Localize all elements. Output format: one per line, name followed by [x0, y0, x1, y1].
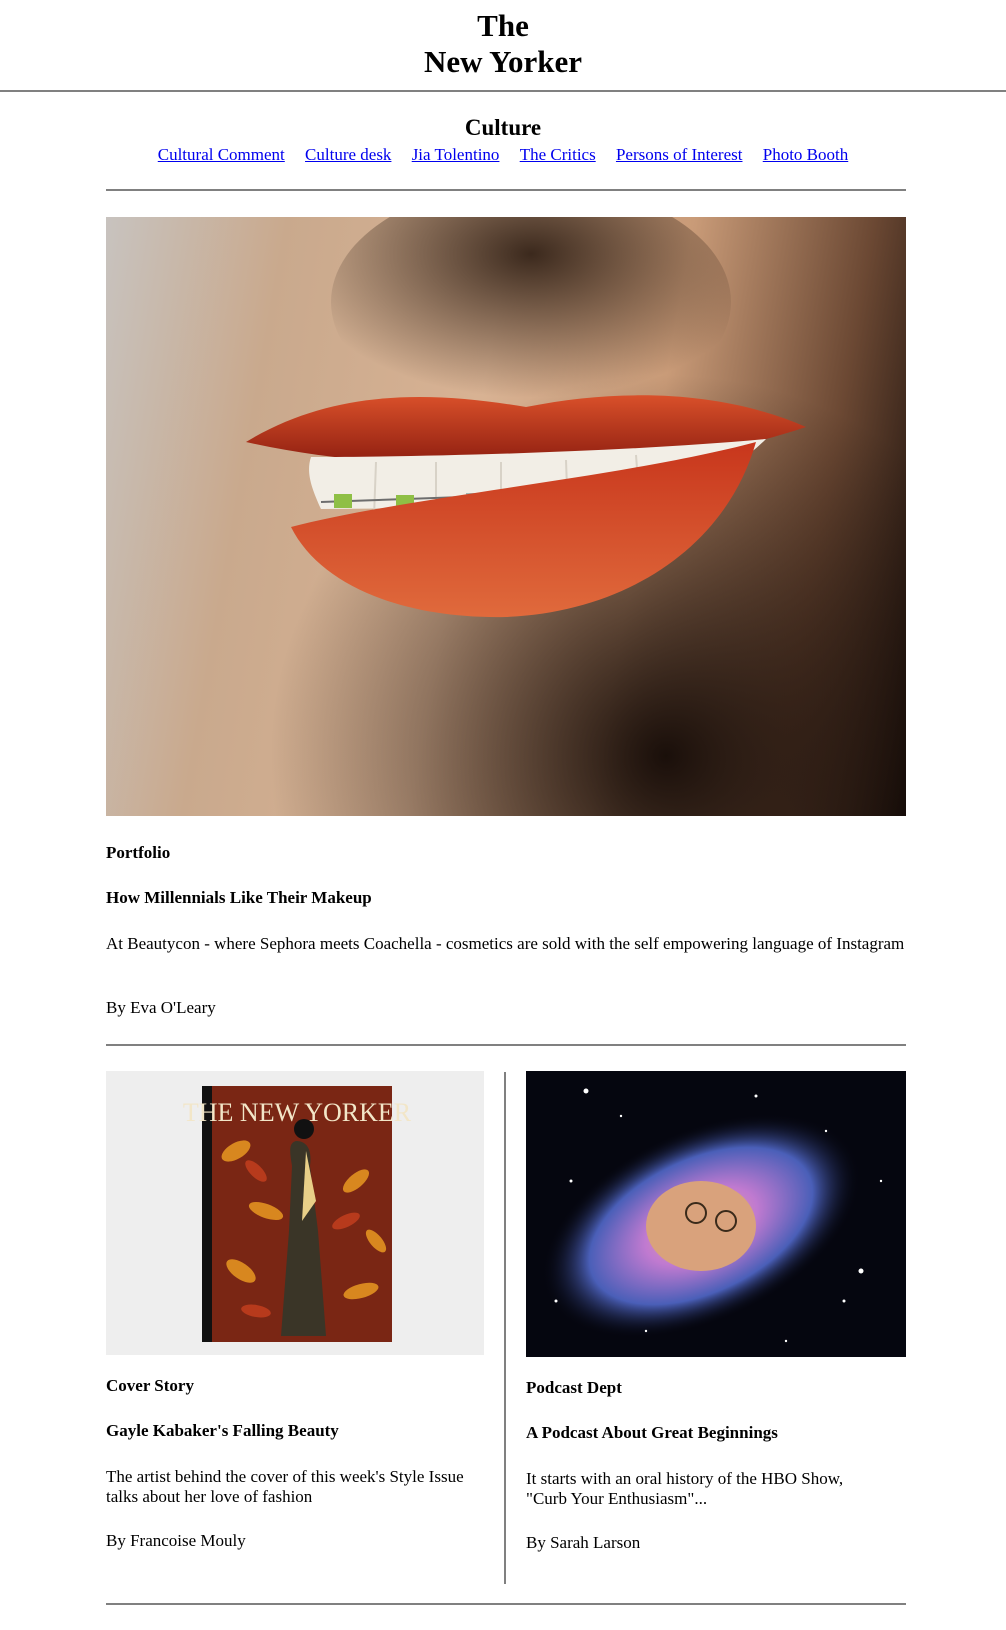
hero-image[interactable] [106, 217, 906, 816]
section-divider [106, 189, 906, 191]
card-left-byline: By Francoise Mouly [106, 1531, 246, 1550]
hero-byline: By Eva O'Leary [106, 998, 216, 1017]
masthead-line-2: New Yorker [423, 44, 583, 79]
card-left-dek: The artist behind the cover of this week… [106, 1467, 464, 1506]
galaxy-illustration [541, 1088, 883, 1343]
nav-link-jia-tolentino[interactable]: Jia Tolentino [412, 145, 500, 164]
masthead-divider [0, 90, 1006, 92]
cover-masthead-text: THE NEW YORKER [183, 1098, 412, 1127]
hero-dek: At Beautycon - where Sephora meets Coach… [106, 934, 905, 953]
hero-kicker[interactable]: Portfolio [106, 843, 170, 863]
nav-link-photo-booth[interactable]: Photo Booth [763, 145, 849, 164]
masthead: The New Yorker [0, 0, 1006, 82]
nav-link-the-critics[interactable]: The Critics [520, 145, 596, 164]
hero-headline[interactable]: How Millennials Like Their Makeup [106, 888, 372, 908]
masthead-line-1: The [477, 8, 529, 43]
bottom-divider [106, 1603, 906, 1605]
card-right-headline[interactable]: A Podcast About Great Beginnings [526, 1423, 778, 1443]
section-nav: Cultural Comment Culture desk Jia Tolent… [0, 144, 1006, 166]
cover-story-image[interactable]: THE NEW YORKER [106, 1071, 484, 1355]
hero-divider [106, 1044, 906, 1046]
magazine-cover-illustration: THE NEW YORKER [183, 1086, 412, 1342]
nav-link-culture-desk[interactable]: Culture desk [305, 145, 391, 164]
lips-illustration [246, 217, 806, 618]
card-left-headline[interactable]: Gayle Kabaker's Falling Beauty [106, 1421, 339, 1441]
section-title: Culture [464, 115, 542, 140]
card-right-dek: It starts with an oral history of the HB… [526, 1469, 844, 1508]
card-left-kicker[interactable]: Cover Story [106, 1376, 194, 1396]
podcast-image[interactable] [526, 1071, 906, 1357]
nav-link-cultural-comment[interactable]: Cultural Comment [158, 145, 285, 164]
nav-link-persons-of-interest[interactable]: Persons of Interest [616, 145, 743, 164]
card-right-byline: By Sarah Larson [526, 1533, 641, 1552]
column-divider [504, 1072, 506, 1584]
card-right-kicker[interactable]: Podcast Dept [526, 1378, 622, 1398]
